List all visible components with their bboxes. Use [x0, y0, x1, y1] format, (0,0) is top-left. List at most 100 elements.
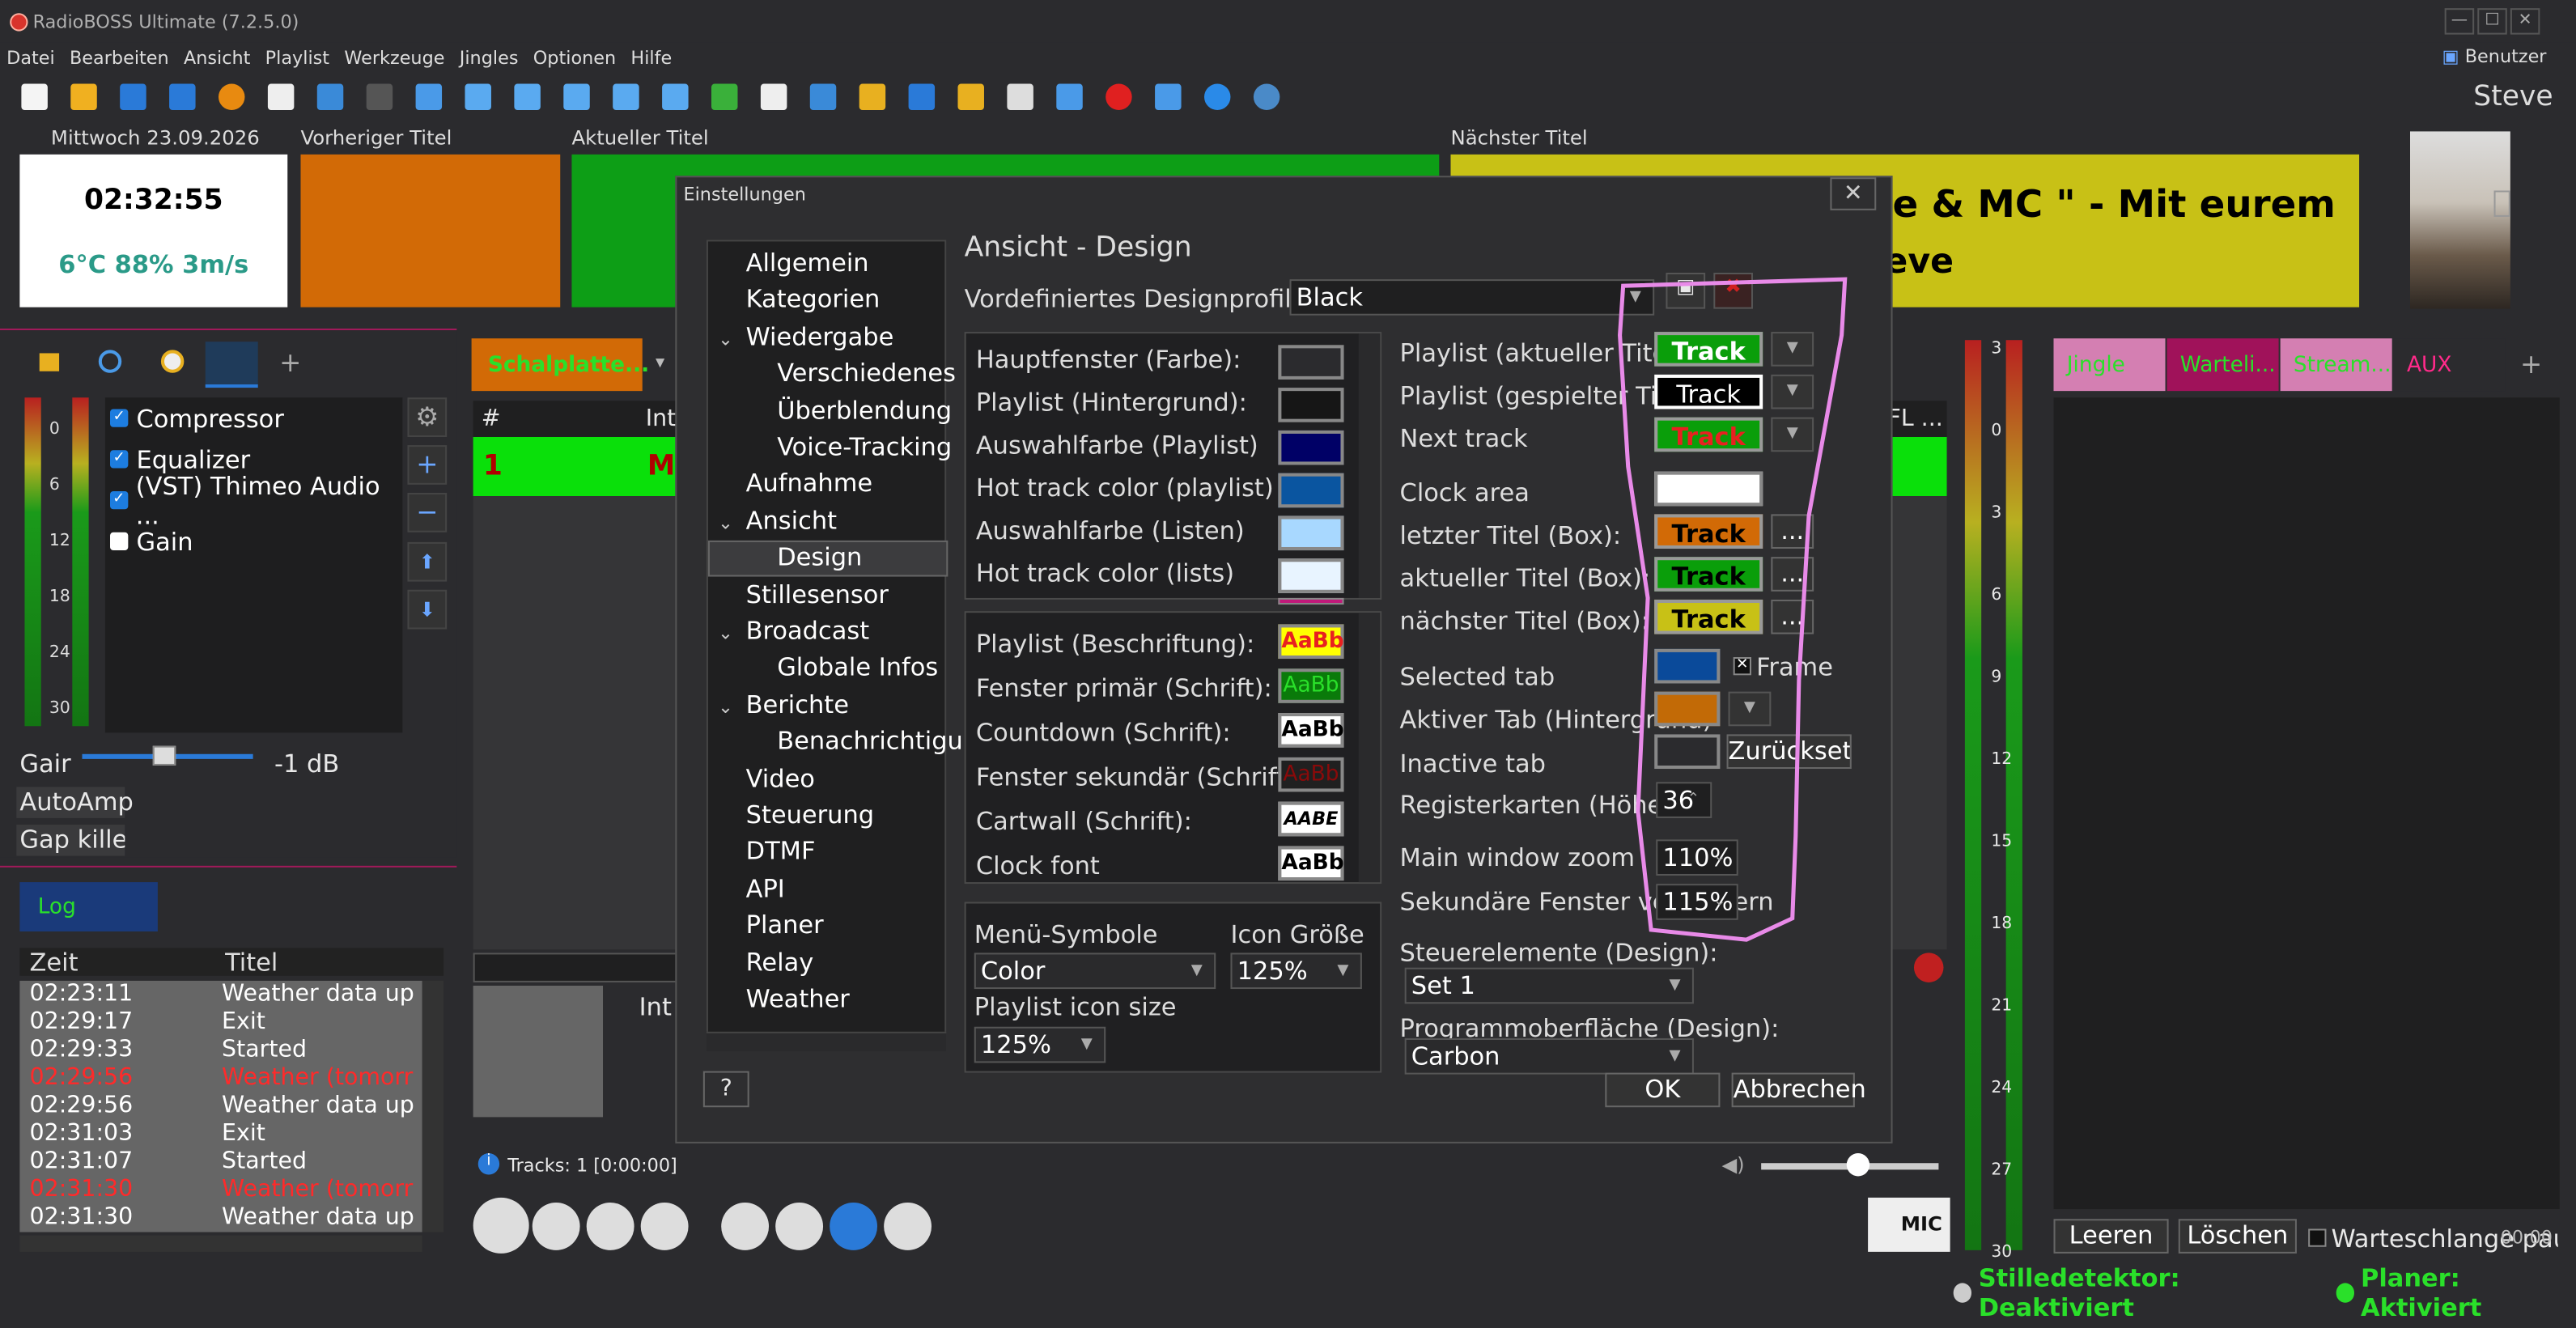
- tools-icon[interactable]: [1002, 78, 1038, 115]
- close-window-button[interactable]: ✕: [2510, 8, 2540, 35]
- tree-item[interactable]: Design: [777, 542, 862, 572]
- playlist-icon-size-select[interactable]: 125% ▼: [974, 1026, 1106, 1063]
- effect-checkbox[interactable]: ✓: [110, 450, 129, 469]
- scheduler-icon[interactable]: [1051, 78, 1088, 115]
- log-scrollbar[interactable]: [422, 980, 444, 1233]
- maximize-button[interactable]: ☐: [2477, 8, 2507, 35]
- tree-item[interactable]: Video: [746, 763, 815, 793]
- tree-collapse-icon[interactable]: ⌄: [718, 622, 733, 643]
- help-button[interactable]: ?: [702, 1071, 749, 1108]
- no-icon[interactable]: [775, 1201, 824, 1250]
- shuffle-icon[interactable]: [830, 1201, 878, 1250]
- tree-item[interactable]: Broadcast: [746, 616, 870, 646]
- settings-gear-icon[interactable]: [1249, 78, 1285, 115]
- right-tab-2[interactable]: Stream...: [2280, 338, 2392, 392]
- log-row[interactable]: 02:29:56 Weather data up: [19, 1093, 422, 1121]
- tree-collapse-icon[interactable]: ⌄: [718, 512, 733, 533]
- cut-icon[interactable]: [214, 78, 250, 115]
- log-row[interactable]: 02:23:11 Weather data up: [19, 981, 422, 1009]
- effect-checkbox[interactable]: [110, 532, 129, 551]
- controls-design-select[interactable]: Set 1 ▼: [1404, 967, 1694, 1004]
- tree-item[interactable]: Steuerung: [746, 800, 874, 830]
- repeat-icon[interactable]: [884, 1201, 932, 1250]
- record-icon[interactable]: [1101, 78, 1137, 115]
- volume-icon[interactable]: ◀): [1721, 1153, 1744, 1176]
- fonts-scrollbar[interactable]: [1358, 613, 1381, 883]
- tree-item[interactable]: Berichte: [746, 689, 849, 719]
- open-folder-icon[interactable]: [66, 78, 102, 115]
- effect-checkbox[interactable]: ✓: [110, 409, 129, 427]
- menu-item-3[interactable]: Playlist: [265, 47, 329, 68]
- color-swatch[interactable]: [1278, 388, 1344, 422]
- pause-icon[interactable]: [586, 1201, 634, 1250]
- stop-icon[interactable]: [640, 1201, 689, 1250]
- save-as-icon[interactable]: [164, 78, 201, 115]
- add-folder-icon[interactable]: [855, 78, 891, 115]
- tree-hscrollbar[interactable]: [706, 1031, 947, 1052]
- add-file-icon[interactable]: [756, 78, 792, 115]
- gain-slider-thumb[interactable]: [152, 745, 176, 766]
- effects-tab[interactable]: [205, 342, 258, 388]
- tree-item[interactable]: Weather: [746, 984, 850, 1014]
- tree-item[interactable]: Kategorien: [746, 285, 881, 315]
- save-icon[interactable]: [115, 78, 151, 115]
- log-row[interactable]: 02:31:03 Exit: [19, 1120, 422, 1148]
- right-tab-0[interactable]: Jingle: [2053, 338, 2166, 392]
- color-swatch[interactable]: [1278, 558, 1344, 593]
- tree-item[interactable]: Ansicht: [746, 506, 837, 536]
- font-sample[interactable]: AaBb: [1278, 757, 1344, 792]
- tree-item[interactable]: Verschiedenes: [777, 359, 956, 388]
- tree-item[interactable]: Relay: [746, 947, 814, 977]
- delete-button[interactable]: Löschen: [2178, 1219, 2297, 1254]
- effect-item[interactable]: ✓ (VST) Thimeo Audio ...: [105, 471, 402, 530]
- effect-item[interactable]: ✓ Compressor: [105, 397, 402, 439]
- tree-item[interactable]: Planer: [746, 910, 824, 940]
- log-row[interactable]: 02:31:30 Weather data up: [19, 1204, 422, 1233]
- surface-design-select[interactable]: Carbon ▼: [1404, 1037, 1694, 1075]
- add-track-icon[interactable]: [707, 78, 743, 115]
- paste-icon[interactable]: [312, 78, 349, 115]
- fx-down-icon[interactable]: ⬇: [407, 589, 448, 630]
- font-sample[interactable]: AaBb: [1278, 713, 1344, 748]
- color-swatch[interactable]: [1278, 473, 1344, 508]
- layout1-icon[interactable]: [411, 78, 448, 115]
- minimize-button[interactable]: —: [2444, 8, 2475, 35]
- tree-item[interactable]: Überblendung: [777, 395, 952, 425]
- menu-item-0[interactable]: Datei: [6, 47, 55, 68]
- right-add-tab-icon[interactable]: +: [2520, 348, 2542, 380]
- fx-up-icon[interactable]: ⬆: [407, 541, 448, 582]
- tree-item[interactable]: Wiedergabe: [746, 321, 894, 351]
- fx-settings-gear-icon[interactable]: ⚙: [407, 397, 448, 437]
- layout2-icon[interactable]: [460, 78, 496, 115]
- clear-button[interactable]: Leeren: [2053, 1219, 2169, 1254]
- layout5-icon[interactable]: [608, 78, 644, 115]
- add-tab-icon[interactable]: +: [279, 346, 301, 378]
- menu-item-2[interactable]: Ansicht: [184, 47, 250, 68]
- font-sample[interactable]: AaBb: [1278, 668, 1344, 703]
- ok-button[interactable]: OK: [1605, 1072, 1721, 1108]
- user-menu[interactable]: ▣ Benutzer: [2442, 46, 2547, 67]
- history-clock-icon[interactable]: [160, 350, 185, 373]
- profile-select[interactable]: Black ▼: [1289, 279, 1655, 316]
- volume-thumb[interactable]: [1846, 1153, 1870, 1177]
- tree-collapse-icon[interactable]: ⌄: [718, 329, 733, 350]
- planer-status[interactable]: Planer: Aktiviert: [2361, 1263, 2576, 1322]
- right-tab-1[interactable]: Warteli...: [2166, 338, 2279, 392]
- layout6-icon[interactable]: [657, 78, 694, 115]
- menu-item-4[interactable]: Werkzeuge: [344, 47, 444, 68]
- log-tab[interactable]: Log: [19, 882, 158, 932]
- log-row[interactable]: 02:29:56 Weather (tomorr: [19, 1064, 422, 1093]
- color-swatch[interactable]: [1278, 345, 1344, 380]
- menu-icons-select[interactable]: Color ▼: [974, 953, 1216, 990]
- tree-item[interactable]: Stillesensor: [746, 579, 889, 609]
- font-sample[interactable]: AABE: [1278, 801, 1344, 837]
- log-hscrollbar[interactable]: [19, 1235, 422, 1252]
- playlist-search[interactable]: [473, 953, 679, 982]
- queue-pause-checkbox[interactable]: [2308, 1228, 2327, 1247]
- log-row[interactable]: 02:29:17 Exit: [19, 1008, 422, 1037]
- next-icon[interactable]: [532, 1201, 580, 1250]
- mic-button[interactable]: MIC: [1868, 1197, 1950, 1252]
- fx-remove-icon[interactable]: −: [407, 493, 448, 532]
- tree-item[interactable]: Aufnahme: [746, 469, 873, 499]
- tree-item[interactable]: Benachrichtigu: [777, 727, 963, 757]
